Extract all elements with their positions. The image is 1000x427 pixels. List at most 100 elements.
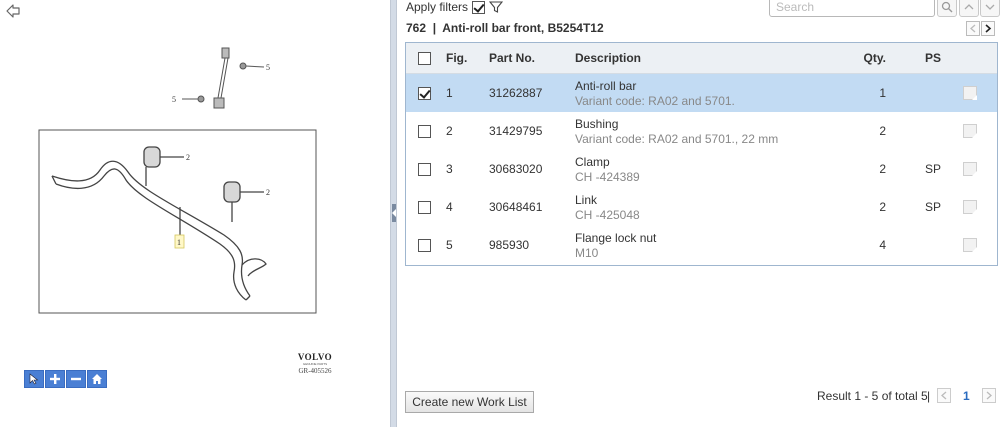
note-icon[interactable]	[963, 162, 977, 176]
callout-5b: 5	[172, 95, 176, 104]
callout-5a: 5	[266, 63, 270, 72]
pane-splitter[interactable]	[390, 0, 397, 427]
chevron-right-icon	[985, 24, 992, 33]
table-header: Fig. Part No. Description Qty. PS	[406, 43, 997, 74]
row-desc-variant: CH -425048	[575, 207, 640, 222]
callout-2a: 2	[186, 153, 190, 162]
row-part-no: 30648461	[489, 200, 543, 214]
row-desc-title: Flange lock nut	[575, 230, 657, 245]
chevron-down-icon	[985, 4, 995, 10]
home-button[interactable]	[87, 370, 107, 388]
row-desc-title: Bushing	[575, 116, 619, 131]
note-icon[interactable]	[963, 124, 977, 138]
row-description: Anti-roll bar Variant code: RA02 and 570…	[575, 74, 735, 112]
table-row[interactable]: 3 30683020 Clamp CH -424389 2 SP	[406, 150, 997, 188]
table-row[interactable]: 5 985930 Flange lock nut M10 4	[406, 226, 997, 264]
row-description: Clamp CH -424389	[575, 150, 640, 188]
row-desc-variant: Variant code: RA02 and 5701., 22 mm	[575, 131, 779, 146]
plus-icon	[50, 374, 60, 384]
next-page-button[interactable]	[982, 388, 996, 403]
minus-icon	[71, 377, 81, 381]
link-drawing	[182, 47, 265, 109]
row-desc-variant: M10	[575, 245, 599, 260]
search-next-button[interactable]	[980, 0, 1000, 17]
row-fig: 4	[446, 200, 453, 214]
row-description: Bushing Variant code: RA02 and 5701., 22…	[575, 112, 778, 150]
row-fig: 3	[446, 162, 453, 176]
home-icon	[92, 374, 102, 384]
chevron-up-icon	[964, 4, 974, 10]
brand-logo-text: VOLVO	[297, 352, 333, 362]
callout-2b: 2	[266, 188, 270, 197]
row-desc-variant: Variant code: RA02 and 5701.	[575, 93, 735, 108]
row-desc-title: Clamp	[575, 154, 610, 169]
cursor-icon	[29, 373, 39, 385]
row-qty: 2	[879, 200, 886, 214]
row-fig: 1	[446, 86, 453, 100]
pointer-tool-button[interactable]	[24, 370, 44, 388]
row-checkbox[interactable]	[418, 238, 431, 252]
row-qty: 4	[879, 238, 886, 252]
zoom-out-button[interactable]	[66, 370, 86, 388]
note-icon[interactable]	[963, 200, 977, 214]
result-count: Result 1 - 5 of total 5	[817, 389, 928, 403]
row-ps: SP	[925, 162, 942, 176]
current-page-link[interactable]: 1	[963, 389, 970, 403]
row-qty: 1	[879, 86, 886, 100]
diagram-toolbar	[24, 370, 107, 388]
volvo-logo: VOLVO GENUINE PARTS GR-405526	[289, 352, 341, 375]
row-description: Link CH -425048	[575, 188, 640, 226]
brand-subtitle: GENUINE PARTS	[302, 362, 328, 366]
column-description[interactable]: Description	[575, 43, 641, 73]
column-fig[interactable]: Fig.	[446, 43, 467, 73]
row-desc-title: Link	[575, 192, 598, 207]
row-part-no: 985930	[489, 238, 530, 252]
next-section-button[interactable]	[981, 21, 995, 36]
column-qty[interactable]: Qty.	[856, 43, 886, 73]
row-checkbox[interactable]	[418, 200, 431, 214]
row-checkbox[interactable]	[418, 86, 431, 100]
row-checkbox[interactable]	[418, 124, 431, 138]
note-icon[interactable]	[963, 238, 977, 252]
row-qty: 2	[879, 124, 886, 138]
chevron-right-icon	[986, 391, 992, 400]
zoom-in-button[interactable]	[45, 370, 65, 388]
apply-filters-checkbox[interactable]	[472, 0, 486, 14]
collapse-handle-icon[interactable]	[392, 204, 396, 222]
row-desc-title: Anti-roll bar	[575, 78, 637, 93]
callout-1[interactable]: 1	[177, 238, 181, 247]
diagram-pane: 5 5 2 2 1 VOLVO GENUINE PARTS GR-405526	[0, 0, 390, 427]
note-icon[interactable]	[963, 86, 977, 100]
row-ps: SP	[925, 200, 942, 214]
table-row[interactable]: 1 31262887 Anti-roll bar Variant code: R…	[406, 74, 997, 112]
select-all-checkbox[interactable]	[418, 51, 431, 65]
column-ps[interactable]: PS	[925, 43, 941, 73]
app-window: 5 5 2 2 1 VOLVO GENUINE PARTS GR-405526 …	[0, 0, 1000, 427]
column-part-no[interactable]: Part No.	[489, 43, 535, 73]
previous-section-button[interactable]	[966, 21, 980, 36]
parts-table: Fig. Part No. Description Qty. PS 1 3126…	[405, 42, 998, 266]
table-row[interactable]: 2 31429795 Bushing Variant code: RA02 an…	[406, 112, 997, 150]
search-input[interactable]	[769, 0, 935, 17]
chevron-left-icon	[941, 391, 947, 400]
row-part-no: 30683020	[489, 162, 543, 176]
row-qty: 2	[879, 162, 886, 176]
search-button[interactable]	[937, 0, 957, 17]
row-desc-variant: CH -424389	[575, 169, 640, 184]
chevron-left-icon	[970, 24, 976, 33]
row-checkbox[interactable]	[418, 162, 431, 176]
row-fig: 2	[446, 124, 453, 138]
row-part-no: 31262887	[489, 86, 543, 100]
pager-separator: |	[927, 389, 931, 403]
filter-bar: Apply filters	[406, 0, 504, 14]
search-previous-button[interactable]	[959, 0, 979, 17]
filter-icon[interactable]	[489, 0, 504, 14]
create-work-list-button[interactable]: Create new Work List	[405, 391, 534, 413]
table-row[interactable]: 4 30648461 Link CH -425048 2 SP	[406, 188, 997, 226]
parts-list-pane: Apply filters 762 | Anti-roll bar front,…	[397, 0, 1000, 427]
row-fig: 5	[446, 238, 453, 252]
previous-page-button[interactable]	[937, 388, 951, 403]
section-title: 762 | Anti-roll bar front, B5254T12	[406, 21, 604, 35]
row-part-no: 31429795	[489, 124, 543, 138]
search-icon	[941, 1, 953, 13]
